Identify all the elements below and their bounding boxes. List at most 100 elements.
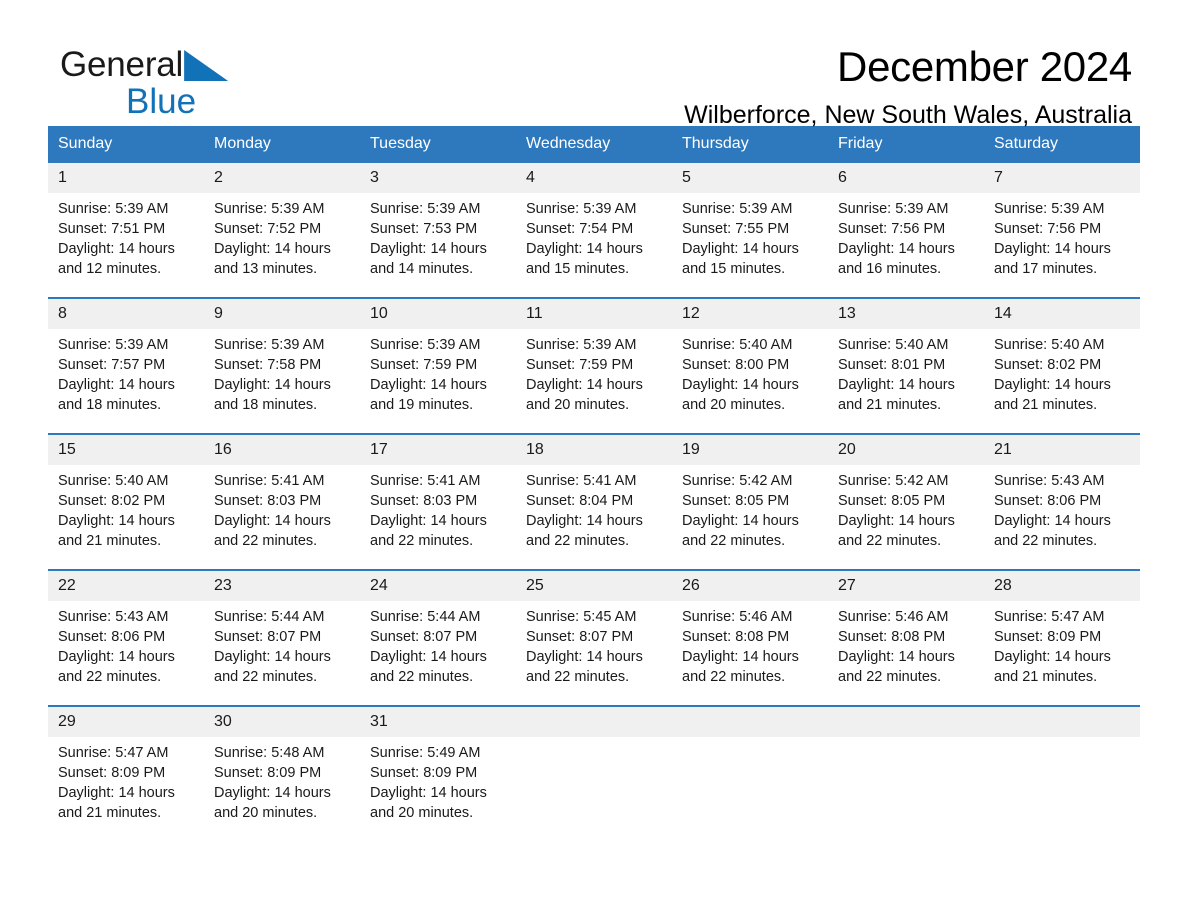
day-cell[interactable]: 8 Sunrise: 5:39 AM Sunset: 7:57 PM Dayli…: [48, 299, 204, 433]
page-subtitle: Wilberforce, New South Wales, Australia: [684, 101, 1132, 129]
day-cell[interactable]: 1 Sunrise: 5:39 AM Sunset: 7:51 PM Dayli…: [48, 163, 204, 297]
daylight-text-line2: and 22 minutes.: [58, 669, 162, 685]
day-cell[interactable]: 23 Sunrise: 5:44 AM Sunset: 8:07 PM Dayl…: [204, 571, 360, 705]
sunrise-text: Sunrise: 5:40 AM: [58, 473, 169, 489]
daylight-text-line1: Daylight: 14 hours: [838, 377, 955, 393]
day-cell[interactable]: 27 Sunrise: 5:46 AM Sunset: 8:08 PM Dayl…: [828, 571, 984, 705]
day-cell[interactable]: 6 Sunrise: 5:39 AM Sunset: 7:56 PM Dayli…: [828, 163, 984, 297]
day-cell[interactable]: 26 Sunrise: 5:46 AM Sunset: 8:08 PM Dayl…: [672, 571, 828, 705]
sunrise-text: Sunrise: 5:43 AM: [994, 473, 1105, 489]
sunset-text: Sunset: 7:55 PM: [682, 221, 790, 237]
day-cell[interactable]: 10 Sunrise: 5:39 AM Sunset: 7:59 PM Dayl…: [360, 299, 516, 433]
day-details: Sunrise: 5:39 AM Sunset: 7:57 PM Dayligh…: [48, 329, 204, 415]
sunset-text: Sunset: 8:08 PM: [838, 629, 946, 645]
day-cell[interactable]: 13 Sunrise: 5:40 AM Sunset: 8:01 PM Dayl…: [828, 299, 984, 433]
day-details: Sunrise: 5:42 AM Sunset: 8:05 PM Dayligh…: [828, 465, 984, 551]
day-cell[interactable]: 11 Sunrise: 5:39 AM Sunset: 7:59 PM Dayl…: [516, 299, 672, 433]
day-details: Sunrise: 5:39 AM Sunset: 7:53 PM Dayligh…: [360, 193, 516, 279]
weekday-header-sunday: Sunday: [58, 135, 113, 152]
sunrise-text: Sunrise: 5:43 AM: [58, 609, 169, 625]
daylight-text-line1: Daylight: 14 hours: [214, 785, 331, 801]
day-number: 28: [984, 571, 1140, 601]
day-cell-empty: [984, 707, 1140, 841]
day-cell[interactable]: 3 Sunrise: 5:39 AM Sunset: 7:53 PM Dayli…: [360, 163, 516, 297]
sunset-text: Sunset: 8:03 PM: [370, 493, 478, 509]
daylight-text-line1: Daylight: 14 hours: [58, 513, 175, 529]
day-cell[interactable]: 16 Sunrise: 5:41 AM Sunset: 8:03 PM Dayl…: [204, 435, 360, 569]
sunset-text: Sunset: 8:01 PM: [838, 357, 946, 373]
day-number: 24: [360, 571, 516, 601]
sunset-text: Sunset: 8:07 PM: [526, 629, 634, 645]
sunrise-text: Sunrise: 5:49 AM: [370, 745, 481, 761]
day-number: [672, 707, 828, 737]
day-cell[interactable]: 30 Sunrise: 5:48 AM Sunset: 8:09 PM Dayl…: [204, 707, 360, 841]
logo-triangle-icon: [184, 50, 228, 81]
daylight-text-line1: Daylight: 14 hours: [682, 649, 799, 665]
daylight-text-line2: and 20 minutes.: [526, 397, 630, 413]
day-cell[interactable]: 21 Sunrise: 5:43 AM Sunset: 8:06 PM Dayl…: [984, 435, 1140, 569]
day-details: Sunrise: 5:43 AM Sunset: 8:06 PM Dayligh…: [48, 601, 204, 687]
sunrise-text: Sunrise: 5:45 AM: [526, 609, 637, 625]
day-cell[interactable]: 14 Sunrise: 5:40 AM Sunset: 8:02 PM Dayl…: [984, 299, 1140, 433]
daylight-text-line2: and 21 minutes.: [994, 397, 1098, 413]
daylight-text-line1: Daylight: 14 hours: [214, 241, 331, 257]
day-details: Sunrise: 5:45 AM Sunset: 8:07 PM Dayligh…: [516, 601, 672, 687]
day-cell[interactable]: 18 Sunrise: 5:41 AM Sunset: 8:04 PM Dayl…: [516, 435, 672, 569]
sunset-text: Sunset: 7:57 PM: [58, 357, 166, 373]
day-details: Sunrise: 5:39 AM Sunset: 7:55 PM Dayligh…: [672, 193, 828, 279]
day-cell[interactable]: 20 Sunrise: 5:42 AM Sunset: 8:05 PM Dayl…: [828, 435, 984, 569]
sunset-text: Sunset: 7:53 PM: [370, 221, 478, 237]
day-cell[interactable]: 15 Sunrise: 5:40 AM Sunset: 8:02 PM Dayl…: [48, 435, 204, 569]
day-cell[interactable]: 29 Sunrise: 5:47 AM Sunset: 8:09 PM Dayl…: [48, 707, 204, 841]
sunset-text: Sunset: 8:06 PM: [994, 493, 1102, 509]
day-cell[interactable]: 31 Sunrise: 5:49 AM Sunset: 8:09 PM Dayl…: [360, 707, 516, 841]
day-cell[interactable]: 17 Sunrise: 5:41 AM Sunset: 8:03 PM Dayl…: [360, 435, 516, 569]
day-number: 29: [48, 707, 204, 737]
day-details: Sunrise: 5:41 AM Sunset: 8:03 PM Dayligh…: [360, 465, 516, 551]
daylight-text-line2: and 22 minutes.: [838, 533, 942, 549]
day-details: Sunrise: 5:39 AM Sunset: 7:52 PM Dayligh…: [204, 193, 360, 279]
sunset-text: Sunset: 8:02 PM: [58, 493, 166, 509]
page-header: General Blue December 2024 Wilberforce, …: [48, 0, 1140, 129]
daylight-text-line1: Daylight: 14 hours: [370, 377, 487, 393]
sunrise-text: Sunrise: 5:42 AM: [838, 473, 949, 489]
daylight-text-line2: and 22 minutes.: [682, 533, 786, 549]
day-details: Sunrise: 5:39 AM Sunset: 7:56 PM Dayligh…: [828, 193, 984, 279]
daylight-text-line2: and 15 minutes.: [682, 261, 786, 277]
day-cell[interactable]: 28 Sunrise: 5:47 AM Sunset: 8:09 PM Dayl…: [984, 571, 1140, 705]
general-blue-logo: General Blue: [60, 45, 228, 120]
day-number: 22: [48, 571, 204, 601]
sunset-text: Sunset: 7:56 PM: [838, 221, 946, 237]
week-row: 29 Sunrise: 5:47 AM Sunset: 8:09 PM Dayl…: [48, 705, 1140, 841]
day-number: 9: [204, 299, 360, 329]
day-cell[interactable]: 7 Sunrise: 5:39 AM Sunset: 7:56 PM Dayli…: [984, 163, 1140, 297]
calendar-grid: Sunday Monday Tuesday Wednesday Thursday…: [48, 126, 1140, 841]
sunset-text: Sunset: 8:09 PM: [214, 765, 322, 781]
daylight-text-line2: and 18 minutes.: [58, 397, 162, 413]
sunset-text: Sunset: 8:06 PM: [58, 629, 166, 645]
day-details: Sunrise: 5:39 AM Sunset: 7:58 PM Dayligh…: [204, 329, 360, 415]
day-details: Sunrise: 5:39 AM Sunset: 7:56 PM Dayligh…: [984, 193, 1140, 279]
day-cell[interactable]: 5 Sunrise: 5:39 AM Sunset: 7:55 PM Dayli…: [672, 163, 828, 297]
day-cell[interactable]: 12 Sunrise: 5:40 AM Sunset: 8:00 PM Dayl…: [672, 299, 828, 433]
day-cell[interactable]: 24 Sunrise: 5:44 AM Sunset: 8:07 PM Dayl…: [360, 571, 516, 705]
day-number: 18: [516, 435, 672, 465]
sunset-text: Sunset: 7:54 PM: [526, 221, 634, 237]
day-cell[interactable]: 4 Sunrise: 5:39 AM Sunset: 7:54 PM Dayli…: [516, 163, 672, 297]
daylight-text-line1: Daylight: 14 hours: [370, 649, 487, 665]
daylight-text-line1: Daylight: 14 hours: [994, 241, 1111, 257]
day-number: 16: [204, 435, 360, 465]
day-number: [828, 707, 984, 737]
day-cell[interactable]: 22 Sunrise: 5:43 AM Sunset: 8:06 PM Dayl…: [48, 571, 204, 705]
daylight-text-line2: and 22 minutes.: [370, 669, 474, 685]
daylight-text-line2: and 22 minutes.: [526, 533, 630, 549]
day-cell[interactable]: 9 Sunrise: 5:39 AM Sunset: 7:58 PM Dayli…: [204, 299, 360, 433]
day-number: [984, 707, 1140, 737]
daylight-text-line1: Daylight: 14 hours: [994, 649, 1111, 665]
day-cell[interactable]: 2 Sunrise: 5:39 AM Sunset: 7:52 PM Dayli…: [204, 163, 360, 297]
day-cell[interactable]: 25 Sunrise: 5:45 AM Sunset: 8:07 PM Dayl…: [516, 571, 672, 705]
daylight-text-line1: Daylight: 14 hours: [526, 241, 643, 257]
day-cell[interactable]: 19 Sunrise: 5:42 AM Sunset: 8:05 PM Dayl…: [672, 435, 828, 569]
day-number: 17: [360, 435, 516, 465]
day-details: Sunrise: 5:39 AM Sunset: 7:59 PM Dayligh…: [516, 329, 672, 415]
